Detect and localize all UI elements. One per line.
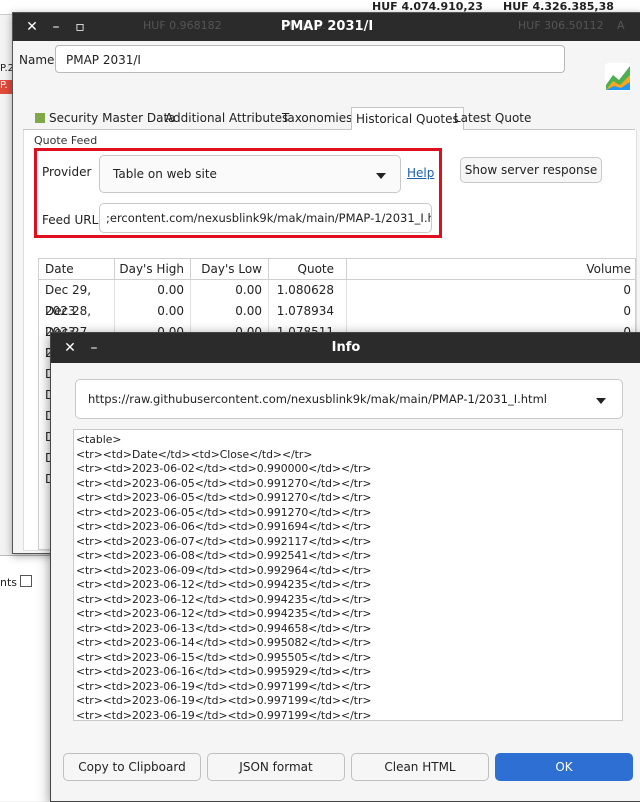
ok-button[interactable]: OK [495,753,633,781]
tab-additional-attributes[interactable]: Additional Attributes [161,107,292,129]
background-tab-label: nts [0,576,18,589]
url-value: https://raw.githubusercontent.com/nexusb… [88,392,547,406]
html-line: <table> [76,433,122,446]
table-cell: 0.00 [191,280,269,301]
table-cell: 0 [623,283,631,297]
provider-label: Provider [42,165,92,179]
provider-value: Table on web site [113,167,217,181]
html-line: <tr><td>2023-06-05</td><td>0.991270</td>… [76,491,372,504]
table-row[interactable]: Dec 29, 2023 0.00 0.00 1.080628 0 [39,280,635,318]
html-line: <tr><td>2023-06-14</td><td>0.995082</td>… [76,636,372,649]
html-response-text[interactable]: <table> <tr><td>Date</td><td>Close</td></… [73,429,623,721]
info-titlebar: ✕ – Info [51,333,640,363]
tab-security-master-data[interactable]: Security Master Data [31,107,180,129]
tab-label: Historical Quotes [356,112,459,126]
help-link[interactable]: Help [407,166,434,180]
chevron-down-icon [596,398,606,404]
html-line: <tr><td>2023-06-19</td><td>0.997199</td>… [76,694,372,707]
show-server-response-button[interactable]: Show server response [460,157,602,183]
html-line: <tr><td>2023-06-08</td><td>0.992541</td>… [76,549,372,562]
tab-label: Taxonomies [282,111,353,125]
security-icon [35,113,45,123]
column-header[interactable]: Date [39,259,115,279]
html-line: <tr><td>2023-06-19</td><td>0.997199</td>… [76,679,372,693]
html-line: <tr><td>2023-06-12</td><td>0.994235</td>… [76,607,372,620]
background-tab[interactable]: nts [0,575,33,589]
html-line: <tr><td>2023-06-16</td><td>0.995929</td>… [76,665,372,678]
name-label: Name [19,53,55,67]
feed-url-label: Feed URL [42,213,99,227]
html-line: <tr><td>Date</td><td>Close</td></tr> [76,447,313,461]
tab-label: Security Master Data [49,111,176,125]
checkbox-icon[interactable] [20,575,33,587]
background-strip-badge: P. [0,80,12,94]
table-cell: 0 [623,304,631,318]
name-input[interactable]: PMAP 2031/I [55,45,565,73]
tab-label: Latest Quote [454,111,532,125]
html-line: <tr><td>2023-06-09</td><td>0.992964</td>… [76,563,372,577]
table-cell: Dec 28, 2023 [39,301,115,339]
info-title: Info [331,340,361,355]
html-line: <tr><td>2023-06-05</td><td>0.991270</td>… [76,476,372,490]
ghost-text: A [617,19,625,32]
clean-html-button[interactable]: Clean HTML [351,753,489,781]
url-select[interactable]: https://raw.githubusercontent.com/nexusb… [75,379,623,419]
tab-latest-quote[interactable]: Latest Quote [450,107,535,129]
tab-taxonomies[interactable]: Taxonomies [278,107,356,129]
column-header[interactable]: Day's Low [191,259,269,279]
html-line: <tr><td>2023-06-02</td><td>0.990000</td>… [76,462,372,475]
html-line: <tr><td>2023-06-13</td><td>0.994658</td>… [76,621,372,635]
column-header[interactable]: Volume [347,259,635,279]
html-line: <tr><td>2023-06-15</td><td>0.995505</td>… [76,650,372,664]
html-line: <tr><td>2023-06-06</td><td>0.991694</td>… [76,520,372,533]
tab-historical-quotes[interactable]: Historical Quotes [351,107,464,131]
background-strip: P.2 P. [0,60,14,100]
html-line: <tr><td>2023-06-19</td><td>0.997199</td>… [76,708,372,721]
tab-bar: Security Master Data Additional Attribut… [23,107,635,131]
html-line: <tr><td>2023-06-07</td><td>0.992117</td>… [76,534,372,548]
table-cell: 1.078934 [269,301,347,322]
quote-feed-label: Quote Feed [34,134,98,147]
table-cell: 0.00 [191,301,269,322]
copy-to-clipboard-button[interactable]: Copy to Clipboard [63,753,201,781]
tab-label: Additional Attributes [165,111,289,125]
column-header[interactable]: Day's High [115,259,191,279]
provider-select[interactable]: Table on web site [99,155,401,193]
column-header[interactable]: Quote [269,259,347,279]
feed-url-input[interactable]: ;ercontent.com/nexusblink9k/mak/main/PMA… [99,203,432,233]
table-cell: 0.00 [115,301,191,322]
json-format-button[interactable]: JSON format [207,753,345,781]
table-cell: 1.080628 [269,280,347,301]
html-line: <tr><td>2023-06-05</td><td>0.991270</td>… [76,505,372,519]
html-line: <tr><td>2023-06-12</td><td>0.994235</td>… [76,592,372,606]
table-cell: Dec 29, 2023 [39,280,115,318]
chevron-down-icon [376,173,386,179]
table-row[interactable]: Dec 28, 20230.000.001.0789340 [39,301,635,339]
ghost-text: HUF 306.50112 [518,19,604,32]
info-dialog: ✕ – Info https://raw.githubusercontent.c… [50,332,640,802]
app-logo-icon [605,63,631,91]
table-cell: 0.00 [115,280,191,301]
html-line: <tr><td>2023-06-12</td><td>0.994235</td>… [76,578,372,591]
table-header: Date Day's High Day's Low Quote Volume [39,259,635,280]
dialog-titlebar: ✕ – ▫ HUF 0.968182 HUF 0. PMAP 2031/I HU… [13,13,640,41]
